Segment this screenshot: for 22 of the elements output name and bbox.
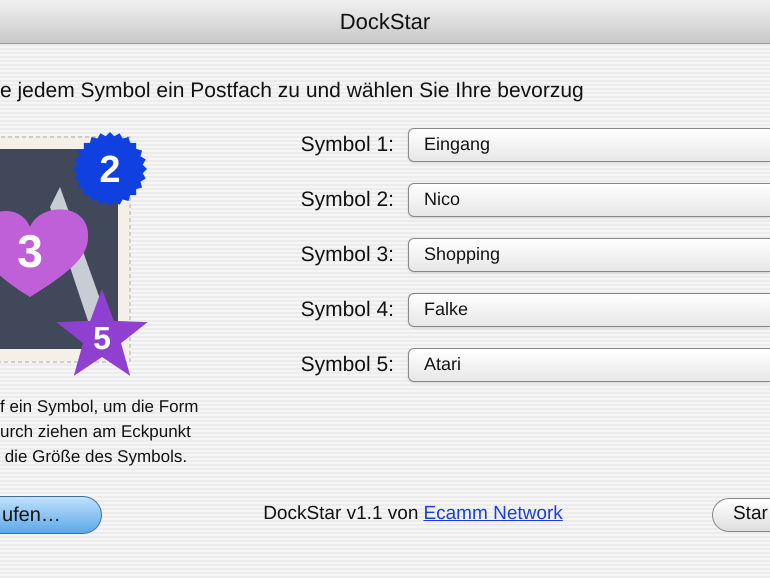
mailbox-popup[interactable]: Nico (408, 182, 770, 216)
hint-text: die Größe des Symbols. (4, 446, 188, 468)
symbol-label: Symbol 4: (300, 296, 395, 323)
version-text: DockStar v1.1 von (263, 502, 418, 526)
star-badge: 5 (56, 288, 148, 376)
symbol-label: Symbol 2: (300, 186, 395, 213)
mailbox-popup[interactable]: Atari (408, 348, 770, 382)
action-button[interactable]: Star (712, 498, 770, 532)
mailbox-popup[interactable]: Shopping (408, 238, 770, 272)
vendor-link[interactable]: Ecamm Network (423, 500, 563, 529)
hint-text: urch ziehen am Eckpunkt (0, 420, 192, 442)
instruction-text: e jedem Symbol ein Postfach zu und wählen Sie Ihre bevorzug (0, 79, 584, 102)
symbol-label: Symbol 1: (300, 132, 395, 158)
hint-text: f ein Symbol, um die Form (0, 396, 200, 418)
window-title: DockStar (340, 8, 430, 36)
mailbox-popup[interactable]: Eingang (408, 128, 770, 162)
action-button[interactable]: ufen… (0, 496, 102, 534)
symbol-label: Symbol 5: (300, 352, 395, 378)
mailbox-popup[interactable]: Falke (408, 292, 770, 326)
heart-badge: 3 (0, 209, 88, 296)
burst-badge: 2 (73, 132, 147, 206)
symbol-label: Symbol 3: (300, 242, 395, 268)
